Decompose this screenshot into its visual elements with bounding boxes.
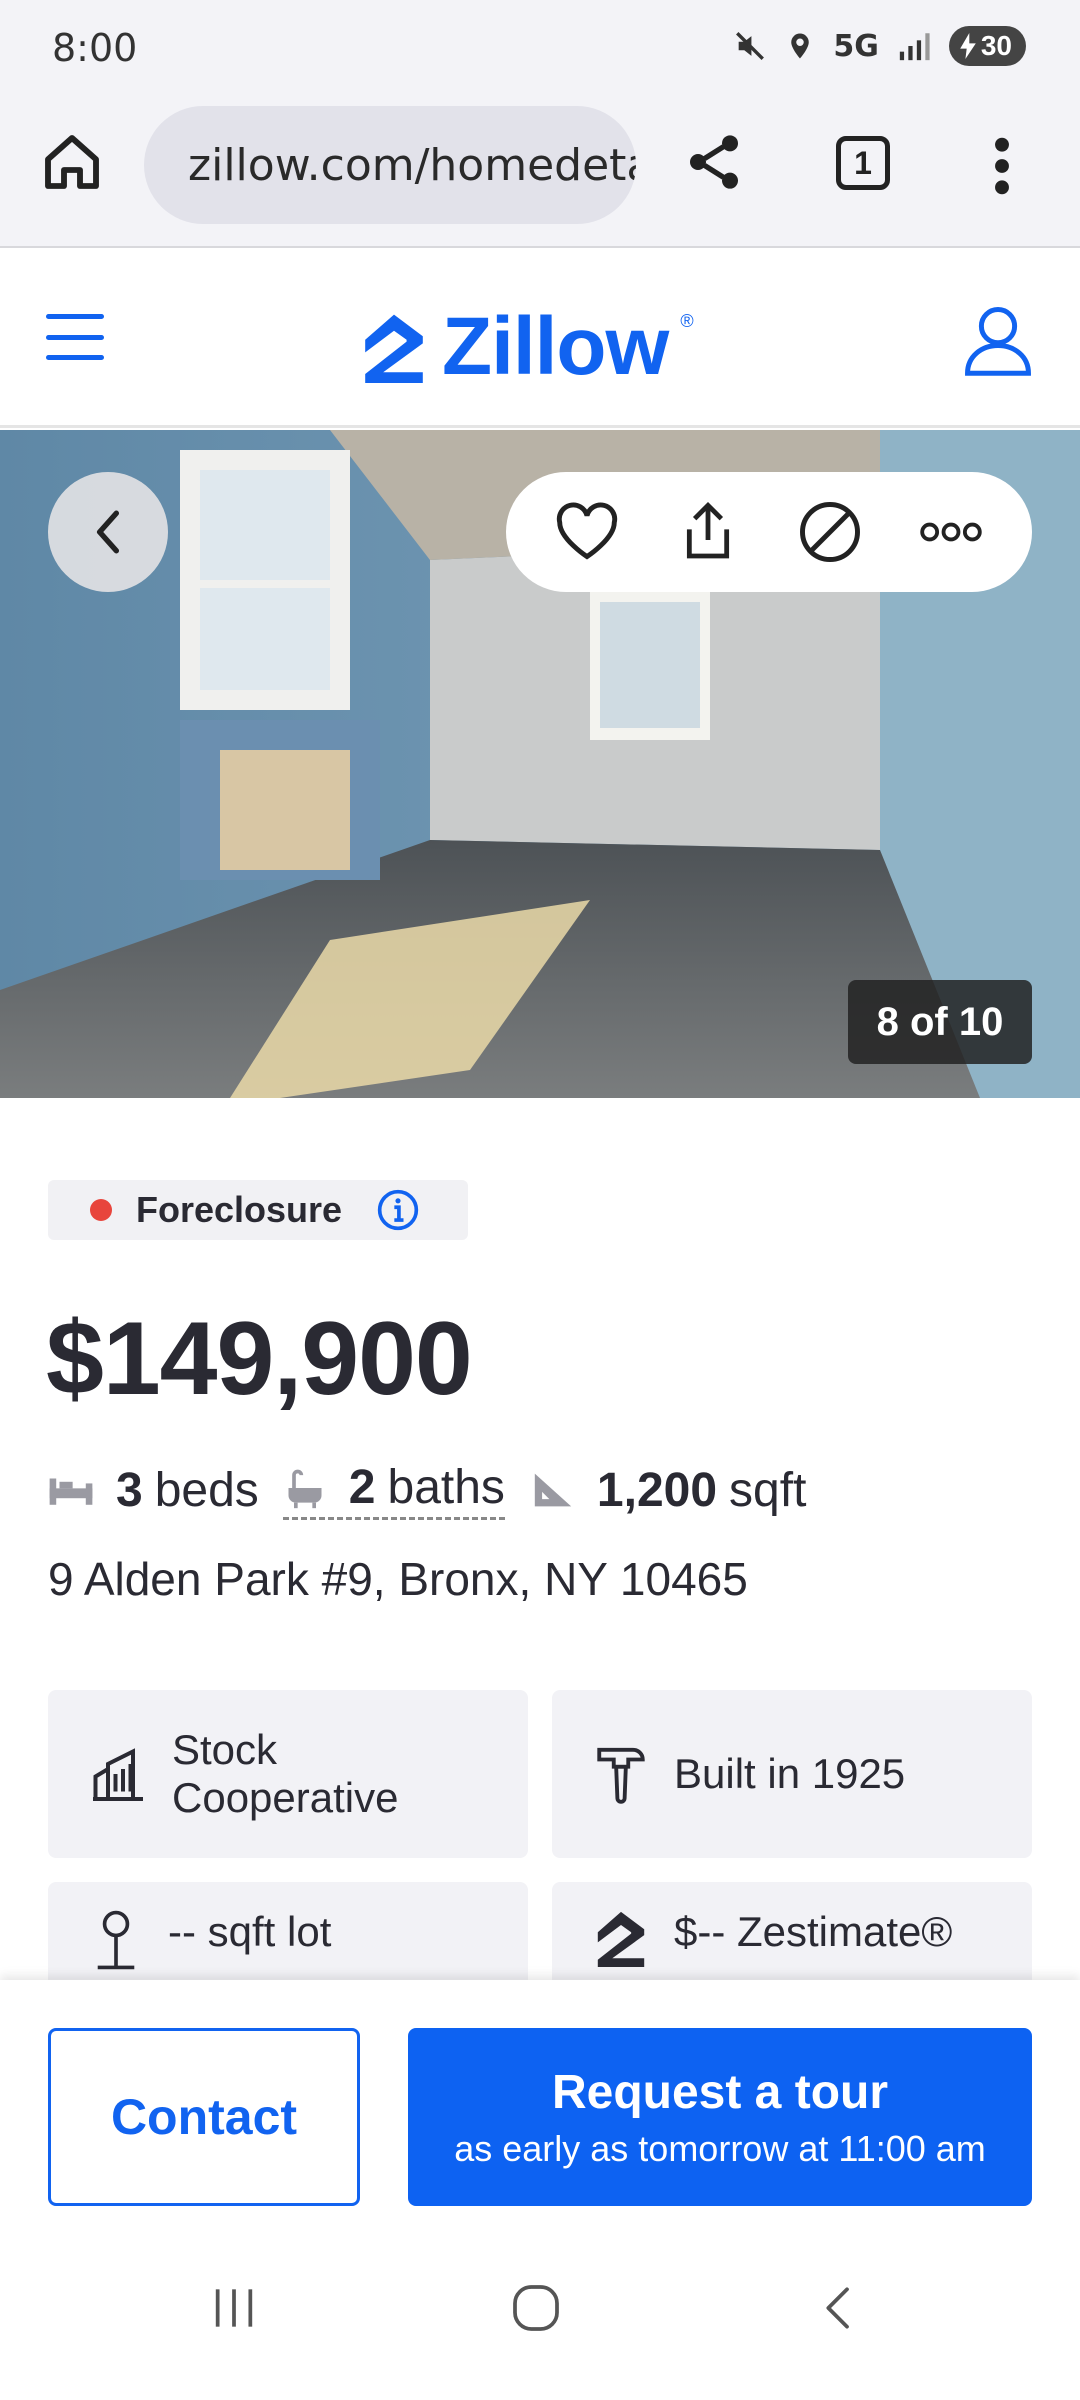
tab-count: 1	[854, 144, 872, 181]
more-options-button[interactable]	[911, 492, 991, 572]
zillow-logo[interactable]: Zillow ®	[358, 300, 694, 394]
request-tour-label: Request a tour	[551, 2065, 889, 2119]
sqft-value: 1,200	[596, 1463, 718, 1517]
user-account-icon[interactable]	[964, 304, 1032, 376]
beds-fact: 3 beds	[48, 1463, 259, 1518]
hamburger-menu-icon[interactable]	[46, 314, 104, 360]
signal-icon	[899, 33, 930, 61]
battery-indicator: 30	[948, 26, 1026, 66]
save-button[interactable]	[547, 492, 627, 572]
bed-icon	[49, 1478, 93, 1505]
baths-fact[interactable]: 2 baths	[282, 1460, 505, 1520]
status-badge: Foreclosure	[48, 1180, 468, 1240]
fact-card-home-type-label: Stock Cooperative	[172, 1725, 399, 1821]
fact-card-lot-label: -- sqft lot	[168, 1908, 332, 1955]
listing-facts: 3 beds 2 baths 1,200 sqft	[48, 1460, 806, 1520]
share-listing-button[interactable]	[668, 492, 748, 572]
zillow-logo-mark: ®	[680, 310, 694, 331]
address-bar[interactable]: zillow.com/homedetails	[144, 106, 636, 224]
area-ruler-icon	[534, 1473, 572, 1507]
back-nav-icon[interactable]	[812, 2280, 868, 2336]
zillow-logo-text: Zillow	[442, 301, 669, 392]
fact-card-year-built-label: Built in 1925	[674, 1749, 906, 1797]
battery-level: 30	[980, 30, 1012, 61]
status-icons: 5G 30	[733, 26, 1026, 66]
status-time: 8:00	[52, 26, 138, 70]
hide-listing-button[interactable]	[790, 492, 870, 572]
photo-back-button[interactable]	[48, 472, 168, 592]
browser-toolbar: zillow.com/homedetails 1	[0, 98, 1080, 248]
home-nav-icon[interactable]	[508, 2280, 564, 2336]
beds-unit: beds	[154, 1463, 259, 1517]
fact-card-year-built: Built in 1925	[552, 1690, 1032, 1858]
ellipsis-icon	[920, 522, 982, 542]
photo-counter: 8 of 10	[848, 980, 1032, 1064]
hammer-icon	[597, 1747, 645, 1804]
sqft-unit: sqft	[729, 1463, 807, 1517]
baths-unit: baths	[387, 1461, 505, 1514]
photo-gallery[interactable]: 8 of 10	[0, 430, 1080, 1098]
mute-icon	[736, 32, 765, 60]
contact-button[interactable]: Contact	[48, 2028, 360, 2206]
request-tour-sublabel: as early as tomorrow at 11:00 am	[454, 2127, 986, 2169]
zillow-logo-icon	[365, 314, 423, 383]
tree-icon	[97, 1910, 135, 1970]
tab-switcher-button[interactable]: 1	[836, 136, 890, 190]
chevron-left-icon	[96, 510, 120, 554]
sqft-fact: 1,200 sqft	[531, 1463, 807, 1518]
charging-icon	[960, 33, 976, 59]
location-icon	[791, 33, 810, 59]
photo-actions	[506, 472, 1032, 592]
heart-icon	[556, 502, 617, 560]
status-bar: 8:00 5G 30	[0, 0, 1080, 98]
bottom-action-bar: Contact Request a tour as early as tomor…	[0, 1980, 1080, 2230]
request-tour-button[interactable]: Request a tour as early as tomorrow at 1…	[408, 2028, 1032, 2206]
more-menu-icon[interactable]	[990, 134, 1014, 198]
fact-card-home-type: Stock Cooperative	[48, 1690, 528, 1858]
status-dot	[90, 1199, 112, 1221]
baths-value: 2	[348, 1461, 376, 1514]
fact-card-zestimate-label: $-- Zestimate®	[674, 1908, 953, 1955]
upload-share-icon	[687, 501, 730, 559]
building-icon	[93, 1748, 143, 1801]
site-header: Zillow ®	[0, 260, 1080, 428]
share-icon[interactable]	[682, 130, 746, 194]
status-label: Foreclosure	[136, 1189, 343, 1230]
listing-address: 9 Alden Park #9, Bronx, NY 10465	[48, 1553, 748, 1605]
listing-price: $149,900	[46, 1301, 473, 1417]
recent-apps-icon[interactable]	[206, 2280, 262, 2336]
url-text: zillow.com/homedetails	[188, 139, 636, 191]
system-nav-bar	[0, 2230, 1080, 2400]
network-label: 5G	[833, 28, 879, 64]
bathtub-icon	[288, 1469, 322, 1508]
zestimate-icon	[597, 1911, 645, 1967]
beds-value: 3	[116, 1463, 143, 1517]
home-icon[interactable]	[40, 130, 104, 194]
info-icon[interactable]	[376, 1188, 420, 1232]
block-icon	[799, 502, 860, 562]
